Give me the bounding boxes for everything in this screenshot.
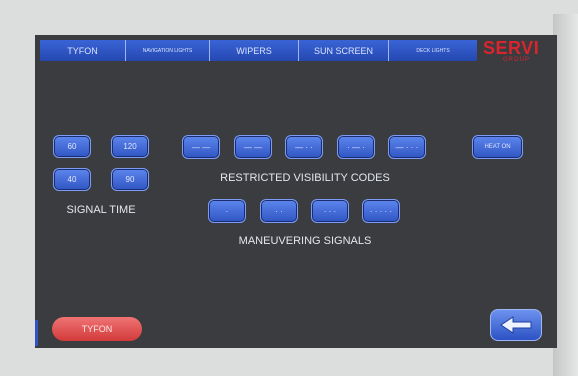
maneuver-signal-2-button[interactable]: · · xyxy=(260,199,298,223)
tab-sun-screen[interactable]: SUN SCREEN xyxy=(299,40,389,61)
servi-group-logo: SERVI GROUP xyxy=(483,39,553,69)
heat-on-button[interactable]: HEAT ON xyxy=(472,135,523,159)
maneuver-signal-3-button[interactable]: · · · xyxy=(311,199,349,223)
tab-tyfon[interactable]: TYFON xyxy=(40,40,126,61)
signal-time-60-button[interactable]: 60 xyxy=(53,135,91,158)
visibility-code-2-button[interactable]: — — xyxy=(234,135,272,159)
restricted-visibility-label: RESTRICTED VISIBILITY CODES xyxy=(220,172,390,184)
logo-main: SERVI xyxy=(483,38,540,58)
visibility-code-5-button[interactable]: — · · · xyxy=(388,135,426,159)
back-button[interactable] xyxy=(490,309,542,341)
tab-navigation-lights[interactable]: NAVIGATION LIGHTS xyxy=(126,40,210,61)
maneuver-signal-4-button[interactable]: · · · · · xyxy=(362,199,400,223)
signal-time-120-button[interactable]: 120 xyxy=(111,135,149,158)
back-arrow-icon xyxy=(500,316,532,334)
control-screen: TYFON NAVIGATION LIGHTS WIPERS SUN SCREE… xyxy=(35,35,557,348)
tab-bar: TYFON NAVIGATION LIGHTS WIPERS SUN SCREE… xyxy=(40,40,477,61)
visibility-code-1-button[interactable]: — — xyxy=(182,135,220,159)
signal-time-40-button[interactable]: 40 xyxy=(53,168,91,191)
logo-sub: GROUP xyxy=(503,57,531,63)
visibility-code-3-button[interactable]: — · · xyxy=(285,135,323,159)
signal-time-90-button[interactable]: 90 xyxy=(111,168,149,191)
tyfon-button[interactable]: TYFON xyxy=(52,317,142,341)
signal-time-label: SIGNAL TIME xyxy=(66,204,136,216)
maneuver-signal-1-button[interactable]: · xyxy=(208,199,246,223)
tab-deck-lights[interactable]: DECK LIGHTS xyxy=(389,40,477,61)
screen-edge-accent xyxy=(35,320,38,346)
maneuvering-signals-label: MANEUVERING SIGNALS xyxy=(238,235,372,247)
tab-wipers[interactable]: WIPERS xyxy=(210,40,299,61)
visibility-code-4-button[interactable]: · — · xyxy=(337,135,375,159)
